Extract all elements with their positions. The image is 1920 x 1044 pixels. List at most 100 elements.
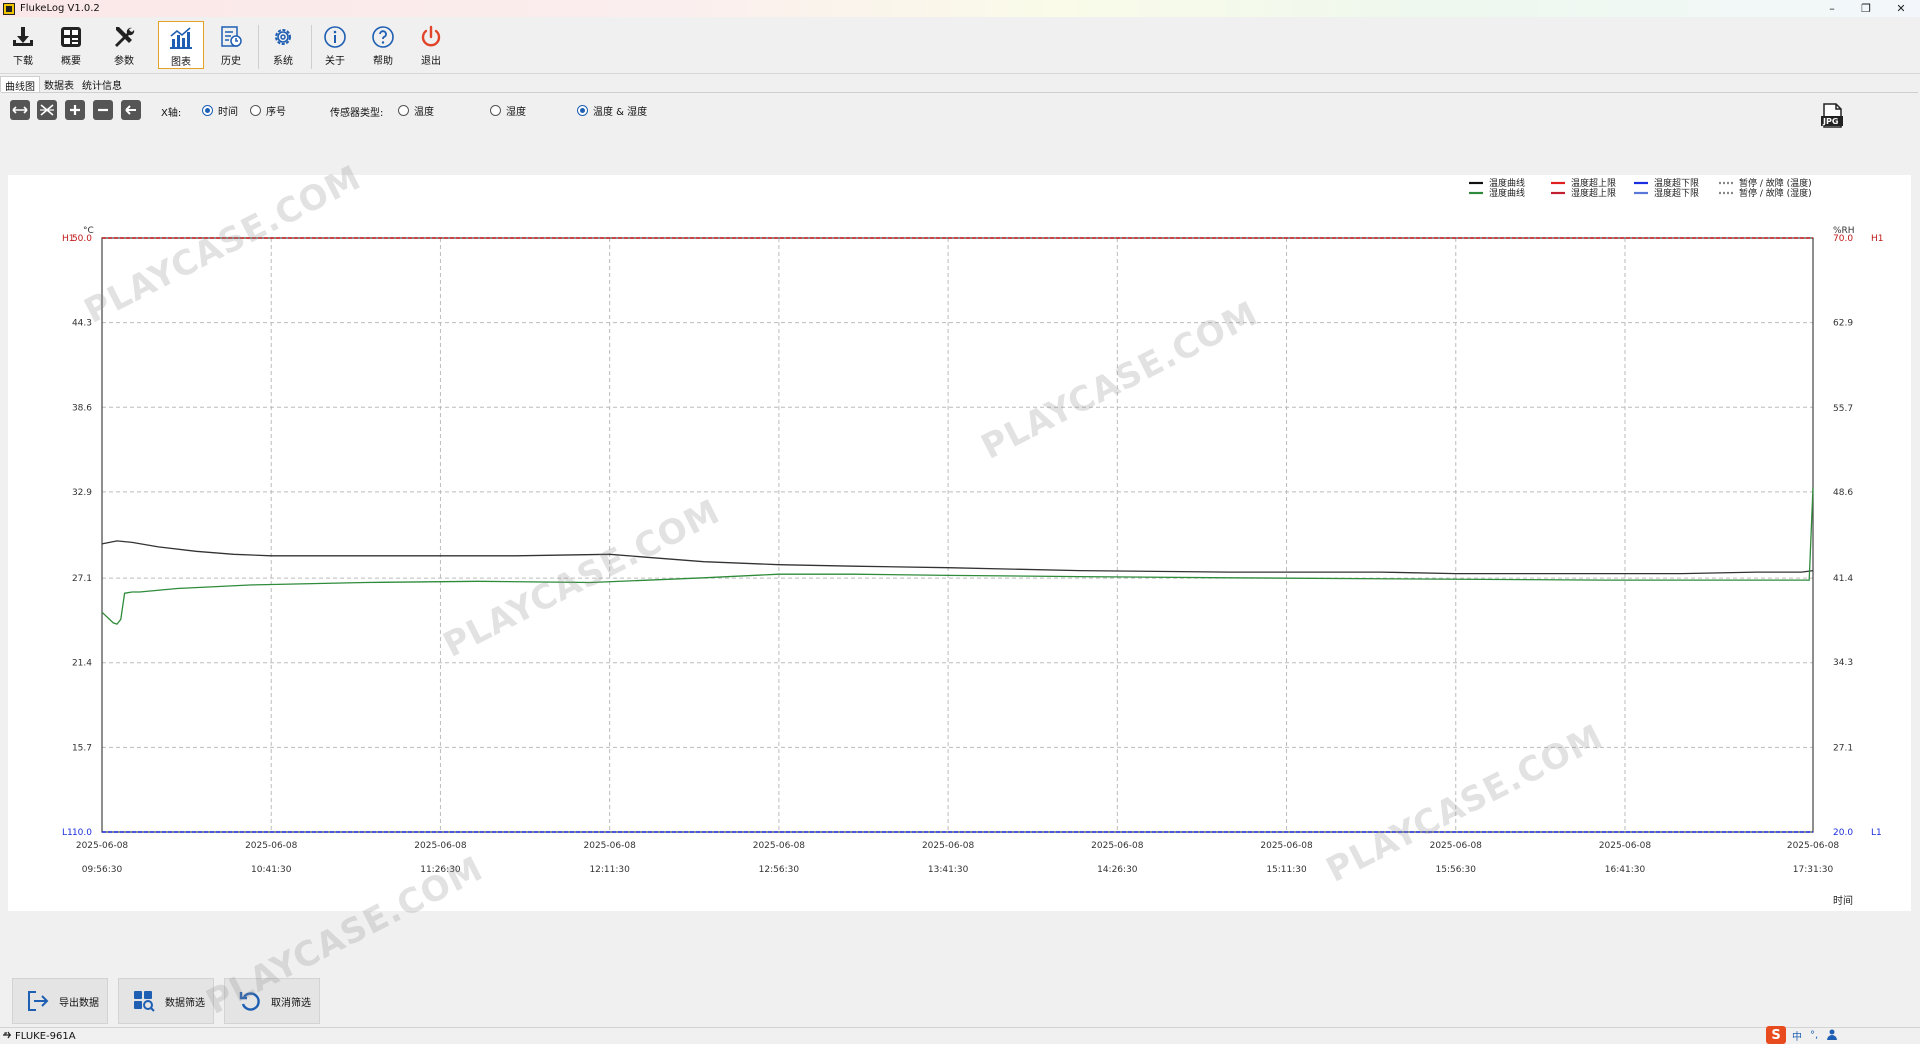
gear-icon [269,24,297,50]
toolbar-summary-button[interactable]: 概要 [48,21,94,69]
x-date-label: 2025-06-08 [245,841,298,851]
sensor-temperature-radio[interactable]: 温度 [398,103,434,118]
x-date-label: 2025-06-08 [922,841,975,851]
left-tick-label: 10.0 [72,828,92,838]
main-toolbar: 下载 概要 参数 图表 历史 系统 关于 帮助 退出 [0,17,1920,74]
maximize-button[interactable]: ❐ [1851,0,1881,17]
ime-logo-icon[interactable]: S [1766,1026,1786,1044]
legend-label: 湿度超上限 [1571,187,1616,199]
user-icon[interactable] [1826,1028,1838,1043]
fit-horizontal-icon[interactable] [10,100,30,120]
left-tick-label: 21.4 [72,659,92,669]
toolbar-about-button[interactable]: 关于 [312,21,358,69]
sensor-both-radio[interactable]: 温度 & 湿度 [577,103,647,118]
x-date-label: 2025-06-08 [1091,841,1144,851]
left-tick-label: 15.7 [72,743,92,753]
export-data-button[interactable]: 导出数据 [12,978,108,1024]
chart-legend: 温度曲线湿度曲线 温度超上限湿度超上限 温度超下限湿度超下限 暂停 / 故障 (温度)… [1469,177,1812,199]
title-bar: FlukeLog V1.0.2 – ❐ ✕ [0,0,1920,17]
right-tick-label: 27.1 [1833,744,1853,754]
toolbar-help-button[interactable]: 帮助 [360,21,406,69]
x-time-label: 10:41:30 [251,865,292,875]
x-time-label: 12:56:30 [759,865,800,875]
zoom-out-icon[interactable] [93,100,113,120]
x-date-label: 2025-06-08 [1787,841,1840,851]
left-unit-label: °C [83,226,94,236]
x-date-label: 2025-06-08 [414,841,467,851]
toolbar-download-button[interactable]: 下载 [0,21,46,69]
xaxis-label: X轴: [161,108,182,119]
power-icon [417,24,445,50]
fit-all-icon[interactable] [37,100,57,120]
system-tray: S 中 °, [1766,1026,1838,1044]
left-tick-label: 44.3 [72,319,92,329]
back-icon[interactable] [121,100,141,120]
close-button[interactable]: ✕ [1886,0,1916,17]
x-date-label: 2025-06-08 [1599,841,1652,851]
tab-curve[interactable]: 曲线图 [0,76,40,93]
ime-language[interactable]: 中 [1792,1028,1802,1043]
cancel-filter-button[interactable]: 取消筛选 [224,978,320,1024]
chart-controls: X轴: 时间 序号 传感器类型: 温度 湿度 温度 & 湿度 JPG [1,100,1918,128]
x-axis-title: 时间 [1833,894,1853,907]
right-tick-label: 55.7 [1833,404,1853,414]
sensor-humidity-radio[interactable]: 湿度 [490,103,526,118]
usb-icon [2,1030,12,1043]
chart-grid [102,238,1813,832]
minimize-button[interactable]: – [1817,0,1847,17]
right-tick-label: 34.3 [1833,658,1853,668]
sensor-type-label: 传感器类型: [330,108,384,119]
x-time-label: 11:26:30 [420,865,461,875]
toolbar-params-button[interactable]: 参数 [101,21,147,69]
chart-canvas[interactable]: 温度曲线 湿度曲线 温度超上限 湿度超上限 温度超下限 湿度超下限 暂停 / 故障 (温度)… [8,175,1911,911]
x-date-label: 2025-06-08 [584,841,637,851]
history-icon [217,24,245,50]
toolbar-chart-button[interactable]: 图表 [158,21,204,69]
toolbar-history-button[interactable]: 历史 [208,21,254,69]
xaxis-time-radio[interactable]: 时间 [202,103,238,118]
x-date-label: 2025-06-08 [1430,841,1483,851]
line-chart[interactable]: 温度曲线湿度曲线 温度超上限湿度超上限 温度超下限湿度超下限 暂停 / 故障 (温度)… [8,175,1911,911]
view-tabs: 曲线图 数据表 统计信息 [0,76,126,93]
high-limit-label-right: H1 [1871,234,1884,244]
toolbar-exit-button[interactable]: 退出 [408,21,454,69]
legend-label: 湿度超下限 [1654,187,1699,199]
legend-label: 温度超下限 [1654,177,1699,189]
legend-label: 湿度曲线 [1489,187,1525,199]
right-tick-label: 41.4 [1833,574,1853,584]
x-time-label: 13:41:30 [928,865,969,875]
x-time-label: 15:11:30 [1266,865,1307,875]
filter-icon [131,988,157,1014]
info-icon [321,24,349,50]
x-date-label: 2025-06-08 [76,841,129,851]
chart-series [101,237,1814,833]
undo-icon [237,988,263,1014]
right-unit-label: %RH [1833,226,1855,236]
left-tick-label: 27.1 [72,574,92,584]
chart-icon [167,25,195,51]
export-jpg-button[interactable]: JPG [1820,103,1844,129]
legend-label: 暂停 / 故障 (湿度) [1739,187,1812,199]
chart-axes: 10.015.721.427.132.938.644.350.020.027.1… [62,226,1884,907]
toolbar-separator [258,25,259,69]
legend-label: 温度超上限 [1571,177,1616,189]
left-tick-label: 32.9 [72,488,92,498]
legend-label: 温度曲线 [1489,177,1525,189]
punctuation-icon[interactable]: °, [1810,1030,1818,1041]
x-date-label: 2025-06-08 [1260,841,1313,851]
high-limit-label: H1 [62,234,75,244]
x-time-label: 14:26:30 [1097,865,1138,875]
window-title: FlukeLog V1.0.2 [20,3,100,14]
toolbar-system-button[interactable]: 系统 [260,21,306,69]
x-time-label: 09:56:30 [82,865,123,875]
xaxis-index-radio[interactable]: 序号 [250,103,286,118]
tab-statistics[interactable]: 统计信息 [78,76,126,92]
tab-datatable[interactable]: 数据表 [40,76,78,92]
filter-data-button[interactable]: 数据筛选 [118,978,214,1024]
right-tick-label: 62.9 [1833,318,1853,328]
zoom-in-icon[interactable] [65,100,85,120]
device-name: FLUKE-961A [15,1030,76,1042]
low-limit-label: L1 [62,828,73,838]
chart-panel: X轴: 时间 序号 传感器类型: 温度 湿度 温度 & 湿度 JPG 温度曲线 … [1,92,1918,974]
x-time-label: 17:31:30 [1793,865,1834,875]
